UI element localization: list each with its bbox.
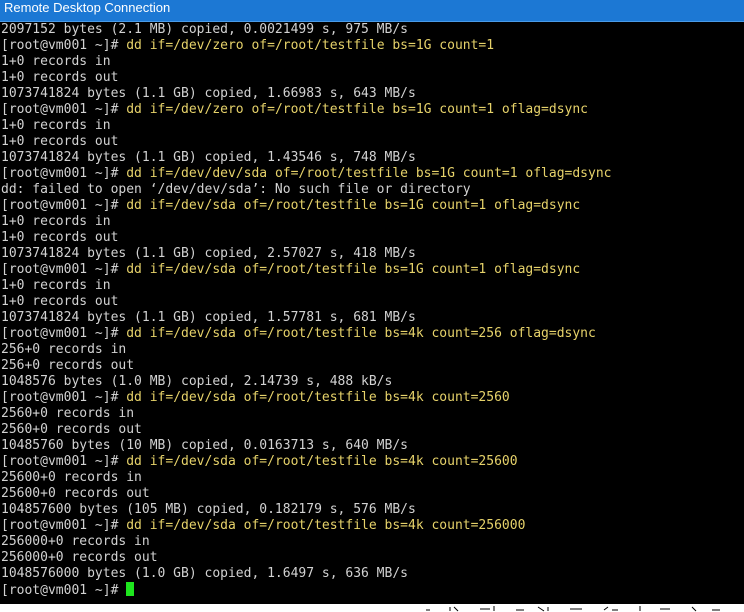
shell-prompt: [root@vm001 ~]#	[1, 390, 127, 405]
terminal-screen[interactable]: 2097152 bytes (2.1 MB) copied, 0.0021499…	[0, 22, 744, 604]
output-line: 25600+0 records out	[1, 486, 150, 501]
shell-prompt: [root@vm001 ~]#	[1, 262, 127, 277]
command-text: dd if=/dev/sda of=/root/testfile bs=4k c…	[126, 326, 596, 341]
output-line: 1+0 records in	[1, 54, 111, 69]
output-line: 1+0 records out	[1, 294, 119, 309]
window-title: Remote Desktop Connection	[4, 0, 171, 15]
output-line: 104857600 bytes (105 MB) copied, 0.18217…	[1, 502, 416, 517]
title-bar[interactable]: Remote Desktop Connection	[0, 0, 744, 22]
command-line: [root@vm001 ~]# dd if=/dev/sda of=/root/…	[1, 198, 612, 214]
command-line: [root@vm001 ~]# dd if=/dev/sda of=/root/…	[1, 326, 612, 342]
output-line: 1073741824 bytes (1.1 GB) copied, 2.5702…	[1, 246, 416, 261]
command-line: [root@vm001 ~]# dd if=/dev/sda of=/root/…	[1, 390, 612, 406]
command-text: dd if=/dev/sda of=/root/testfile bs=1G c…	[126, 198, 581, 213]
remote-desktop-window: Remote Desktop Connection 2097152 bytes …	[0, 0, 744, 612]
terminal-output: 2097152 bytes (2.1 MB) copied, 0.0021499…	[1, 22, 612, 598]
shell-prompt: [root@vm001 ~]#	[1, 38, 127, 53]
shell-prompt: [root@vm001 ~]#	[1, 454, 127, 469]
output-line: 1+0 records out	[1, 230, 119, 245]
command-text: dd if=/dev/sda of=/root/testfile bs=4k c…	[126, 454, 518, 469]
shell-prompt: [root@vm001 ~]#	[1, 583, 127, 598]
shell-prompt: [root@vm001 ~]#	[1, 102, 127, 117]
shell-prompt: [root@vm001 ~]#	[1, 518, 127, 533]
output-line: 1048576 bytes (1.0 MB) copied, 2.14739 s…	[1, 374, 393, 389]
command-line: [root@vm001 ~]# dd if=/dev/dev/sda of=/r…	[1, 166, 612, 182]
command-text: dd if=/dev/zero of=/root/testfile bs=1G …	[126, 102, 589, 117]
command-text: dd if=/dev/zero of=/root/testfile bs=1G …	[126, 38, 495, 53]
text-cursor	[126, 582, 135, 596]
command-line: [root@vm001 ~]# dd if=/dev/zero of=/root…	[1, 102, 612, 118]
output-line: 1+0 records in	[1, 118, 111, 133]
output-line: 10485760 bytes (10 MB) copied, 0.0163713…	[1, 438, 408, 453]
output-line: dd: failed to open ‘/dev/dev/sda’: No su…	[1, 182, 471, 197]
output-line: 1073741824 bytes (1.1 GB) copied, 1.4354…	[1, 150, 416, 165]
output-line: 256000+0 records in	[1, 534, 150, 549]
command-line: [root@vm001 ~]# dd if=/dev/sda of=/root/…	[1, 518, 612, 534]
output-line: 256000+0 records out	[1, 550, 158, 565]
command-line: [root@vm001 ~]# dd if=/dev/zero of=/root…	[1, 38, 612, 54]
command-line: [root@vm001 ~]# dd if=/dev/sda of=/root/…	[1, 262, 612, 278]
output-line: 1073741824 bytes (1.1 GB) copied, 1.6698…	[1, 86, 416, 101]
output-line: 2560+0 records in	[1, 406, 135, 421]
command-text: dd if=/dev/sda of=/root/testfile bs=1G c…	[126, 262, 581, 277]
output-line: 256+0 records out	[1, 358, 135, 373]
command-text: dd if=/dev/sda of=/root/testfile bs=4k c…	[126, 390, 510, 405]
shell-prompt: [root@vm001 ~]#	[1, 326, 127, 341]
output-line: 1048576000 bytes (1.0 GB) copied, 1.6497…	[1, 566, 408, 581]
partial-taskbar-text	[426, 606, 720, 612]
shell-prompt: [root@vm001 ~]#	[1, 198, 127, 213]
output-line: 2560+0 records out	[1, 422, 142, 437]
current-prompt-line[interactable]: [root@vm001 ~]#	[1, 582, 612, 598]
output-line: 25600+0 records in	[1, 470, 142, 485]
command-line: [root@vm001 ~]# dd if=/dev/sda of=/root/…	[1, 454, 612, 470]
output-line: 256+0 records in	[1, 342, 127, 357]
output-line: 2097152 bytes (2.1 MB) copied, 0.0021499…	[1, 22, 408, 37]
output-line: 1+0 records out	[1, 134, 119, 149]
output-line: 1+0 records out	[1, 70, 119, 85]
output-line: 1+0 records in	[1, 278, 111, 293]
command-text: dd if=/dev/dev/sda of=/root/testfile bs=…	[126, 166, 612, 181]
output-line: 1+0 records in	[1, 214, 111, 229]
shell-prompt: [root@vm001 ~]#	[1, 166, 127, 181]
output-line: 1073741824 bytes (1.1 GB) copied, 1.5778…	[1, 310, 416, 325]
command-text: dd if=/dev/sda of=/root/testfile bs=4k c…	[126, 518, 526, 533]
